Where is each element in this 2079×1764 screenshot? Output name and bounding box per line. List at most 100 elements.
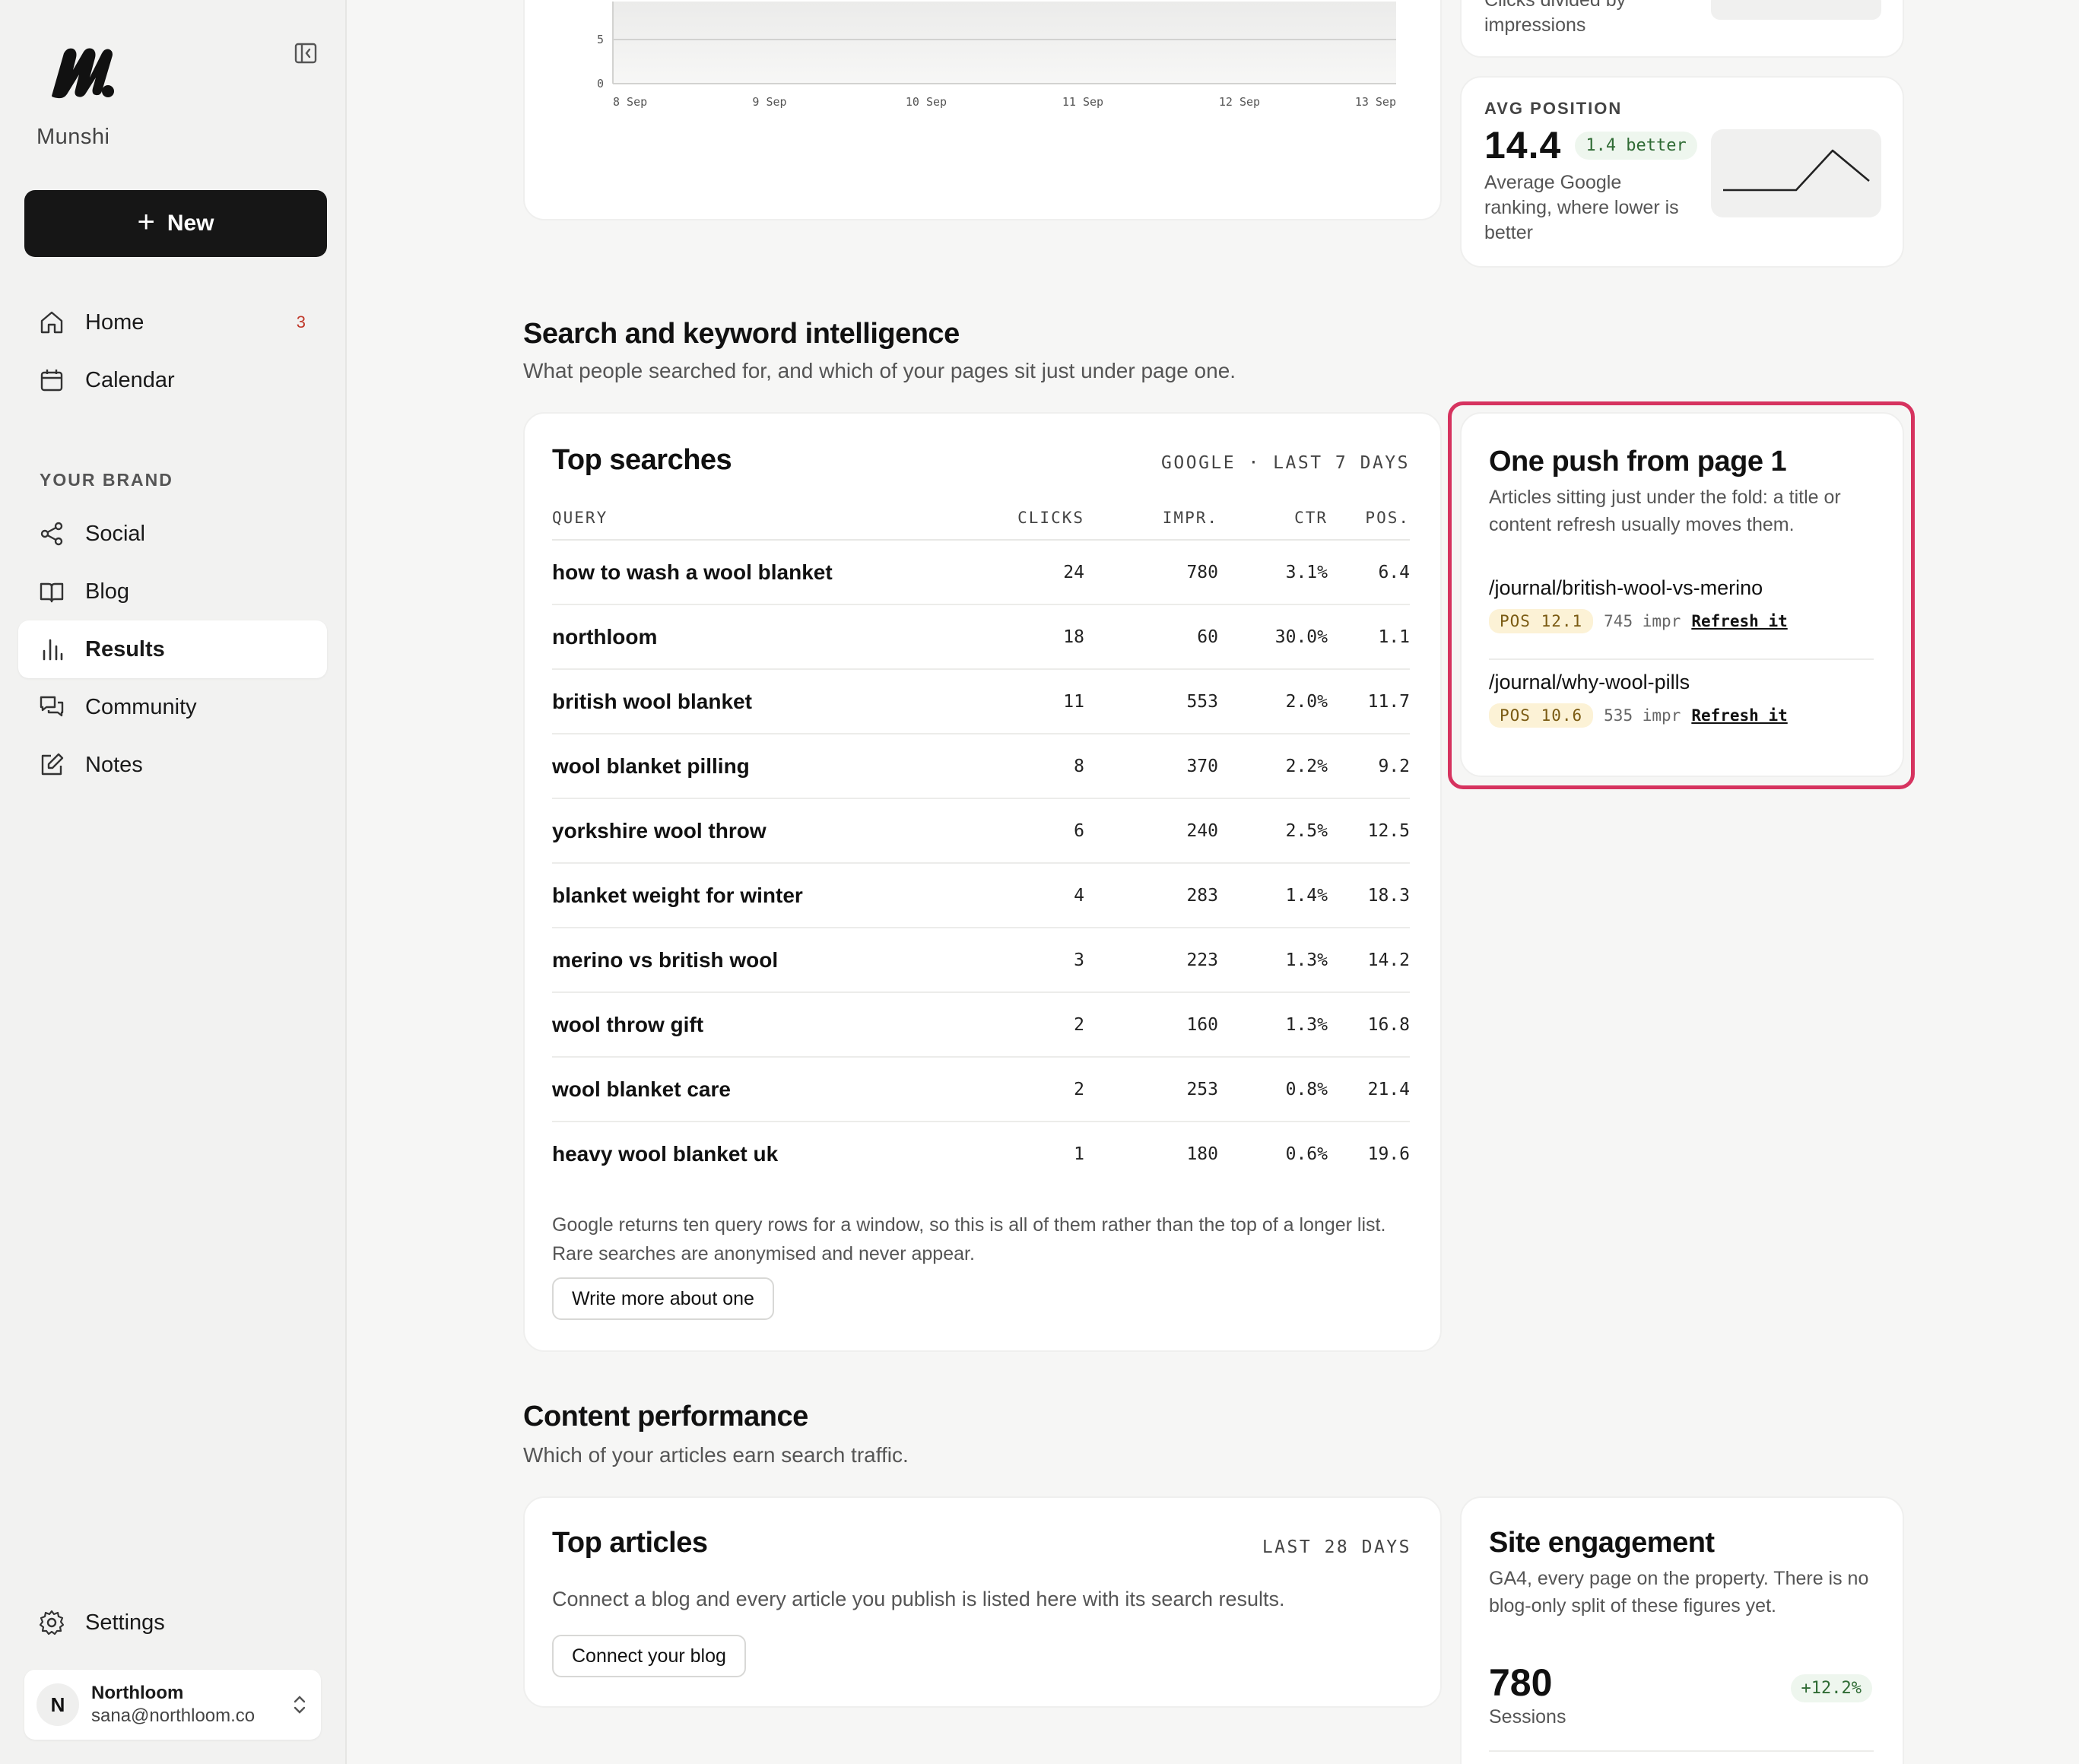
query-cell: wool blanket pilling	[552, 734, 978, 799]
traffic-chart-card: 5 0 8 Sep 9 Sep 10 Sep 11 Sep 12 Sep 13 Sep	[523, 0, 1442, 220]
section-subtitle-content: Which of your articles earn search traff…	[523, 1443, 909, 1467]
y-tick-label: 0	[597, 77, 604, 90]
clicks-cell: 11	[978, 669, 1084, 734]
sidebar-item-notes[interactable]: Notes	[18, 736, 327, 794]
table-row[interactable]: how to wash a wool blanket 24 780 3.1% 6.4	[552, 540, 1410, 605]
top-searches-footnote: Google returns ten query rows for a wind…	[552, 1210, 1385, 1268]
new-button[interactable]: + New	[24, 190, 327, 257]
table-row[interactable]: heavy wool blanket uk 1 180 0.6% 19.6	[552, 1122, 1410, 1186]
munshi-logo[interactable]	[47, 44, 117, 99]
edit-icon	[41, 753, 64, 776]
impressions-cell: 240	[1084, 798, 1218, 864]
sidebar-item-social[interactable]: Social	[18, 505, 327, 563]
column-header-ctr[interactable]: CTR	[1218, 496, 1328, 541]
query-cell: british wool blanket	[552, 669, 978, 734]
account-email: sana@northloom.co	[91, 1705, 256, 1726]
sidebar-item-calendar[interactable]: Calendar	[18, 351, 327, 409]
book-icon	[40, 582, 64, 603]
write-more-button[interactable]: Write more about one	[552, 1277, 774, 1320]
connect-blog-button[interactable]: Connect your blog	[552, 1635, 746, 1677]
x-tick-label: 13 Sep	[1355, 95, 1396, 109]
top-articles-desc: Connect a blog and every article you pub…	[552, 1588, 1285, 1610]
chevron-up-down-icon	[294, 1696, 306, 1714]
impressions-cell: 780	[1084, 540, 1218, 605]
table-row[interactable]: wool throw gift 2 160 1.3% 16.8	[552, 992, 1410, 1058]
x-tick-label: 9 Sep	[752, 95, 786, 109]
push-item: /journal/why-wool-pills POS 10.6 535 imp…	[1489, 671, 1874, 747]
push-item: /journal/british-wool-vs-merino POS 12.1…	[1489, 576, 1874, 660]
sidebar-item-community[interactable]: Community	[18, 678, 327, 736]
query-cell: wool blanket care	[552, 1057, 978, 1122]
section-subtitle-search: What people searched for, and which of y…	[523, 359, 1236, 382]
ctr-cell: 0.8%	[1218, 1057, 1328, 1122]
impressions-cell: 283	[1084, 863, 1218, 928]
sidebar-item-blog[interactable]: Blog	[18, 563, 327, 620]
column-header-clicks[interactable]: CLICKS	[978, 496, 1084, 541]
delta-badge: 1.4 better	[1575, 131, 1697, 160]
impressions-cell: 160	[1084, 992, 1218, 1058]
impressions-cell: 60	[1084, 604, 1218, 670]
avg-position-desc: Average Google ranking, where lower is b…	[1484, 172, 1679, 243]
query-cell: blanket weight for winter	[552, 863, 978, 928]
push-item-path[interactable]: /journal/why-wool-pills	[1489, 671, 1874, 694]
table-row[interactable]: northloom 18 60 30.0% 1.1	[552, 604, 1410, 670]
table-row[interactable]: yorkshire wool throw 6 240 2.5% 12.5	[552, 798, 1410, 864]
y-tick-label: 5	[597, 33, 604, 46]
ctr-desc-line2: impressions	[1484, 14, 1586, 36]
position-cell: 18.3	[1328, 863, 1410, 928]
table-row[interactable]: british wool blanket 11 553 2.0% 11.7	[552, 669, 1410, 734]
position-badge: POS 12.1	[1489, 609, 1594, 633]
ctr-cell: 0.6%	[1285, 1144, 1328, 1164]
account-switcher[interactable]: N Northloom sana@northloom.co	[24, 1670, 321, 1740]
calendar-icon	[40, 370, 63, 392]
table-row[interactable]: blanket weight for winter 4 283 1.4% 18.3	[552, 863, 1410, 928]
column-header-query[interactable]: QUERY	[552, 496, 978, 541]
table-row[interactable]: wool blanket care 2 253 0.8% 21.4	[552, 1057, 1410, 1122]
position-cell: 19.6	[1367, 1144, 1410, 1164]
ctr-cell: 2.0%	[1218, 669, 1328, 734]
bar-chart-icon	[43, 639, 63, 661]
plus-icon: +	[137, 205, 155, 239]
column-header-impr[interactable]: IMPR.	[1084, 496, 1218, 541]
x-tick-label: 12 Sep	[1219, 95, 1260, 109]
sidebar-item-label: Results	[85, 636, 165, 662]
top-searches-table: QUERY CLICKS IMPR. CTR POS. how to wash …	[552, 496, 1410, 1186]
top-articles-title: Top articles	[552, 1527, 708, 1559]
refresh-link[interactable]: Refresh it	[1691, 706, 1787, 725]
sidebar-item-settings[interactable]: Settings	[18, 1594, 327, 1651]
site-engagement-desc: GA4, every page on the property. There i…	[1489, 1568, 1869, 1616]
clicks-cell: 2	[978, 992, 1084, 1058]
avg-position-card: AVG POSITION 14.4 1.4 better Average Goo…	[1460, 76, 1904, 268]
position-cell: 14.2	[1328, 928, 1410, 993]
section-title-content: Content performance	[523, 1401, 808, 1432]
impressions-cell: 253	[1084, 1057, 1218, 1122]
sidebar-item-results[interactable]: Results	[18, 620, 327, 678]
query-cell: wool throw gift	[552, 992, 978, 1058]
x-tick-label: 8 Sep	[613, 95, 647, 109]
top-searches-meta: GOOGLE · LAST 7 DAYS	[1161, 453, 1410, 473]
column-header-pos[interactable]: POS.	[1328, 496, 1410, 541]
position-badge: POS 10.6	[1489, 703, 1594, 728]
push-item-path[interactable]: /journal/british-wool-vs-merino	[1489, 576, 1874, 600]
ctr-card: Clicks divided by impressions	[1460, 0, 1904, 58]
query-cell: yorkshire wool throw	[552, 798, 978, 864]
ctr-sparkline	[1711, 0, 1881, 20]
footnote-line: Google returns ten query rows for a wind…	[552, 1214, 1386, 1236]
top-articles-card: Top articles LAST 28 DAYS Connect a blog…	[523, 1496, 1442, 1708]
collapse-sidebar-icon[interactable]	[292, 40, 319, 67]
ctr-cell: 1.3%	[1218, 928, 1328, 993]
table-row[interactable]: wool blanket pilling 8 370 2.2% 9.2	[552, 734, 1410, 799]
position-cell: 11.7	[1328, 669, 1410, 734]
clicks-cell: 4	[978, 863, 1084, 928]
sidebar-item-home[interactable]: Home 3	[18, 293, 327, 351]
ctr-cell: 30.0%	[1218, 604, 1328, 670]
table-row[interactable]: merino vs british wool 3 223 1.3% 14.2	[552, 928, 1410, 993]
x-tick-label: 11 Sep	[1062, 95, 1103, 109]
sessions-value: 780	[1489, 1661, 1553, 1704]
new-button-label: New	[167, 211, 214, 236]
chart-area-fill	[613, 2, 1396, 84]
refresh-link[interactable]: Refresh it	[1691, 612, 1787, 630]
clicks-cell: 8	[978, 734, 1084, 799]
avg-position-value: 14.4	[1484, 124, 1562, 167]
impressions-cell: 370	[1084, 734, 1218, 799]
